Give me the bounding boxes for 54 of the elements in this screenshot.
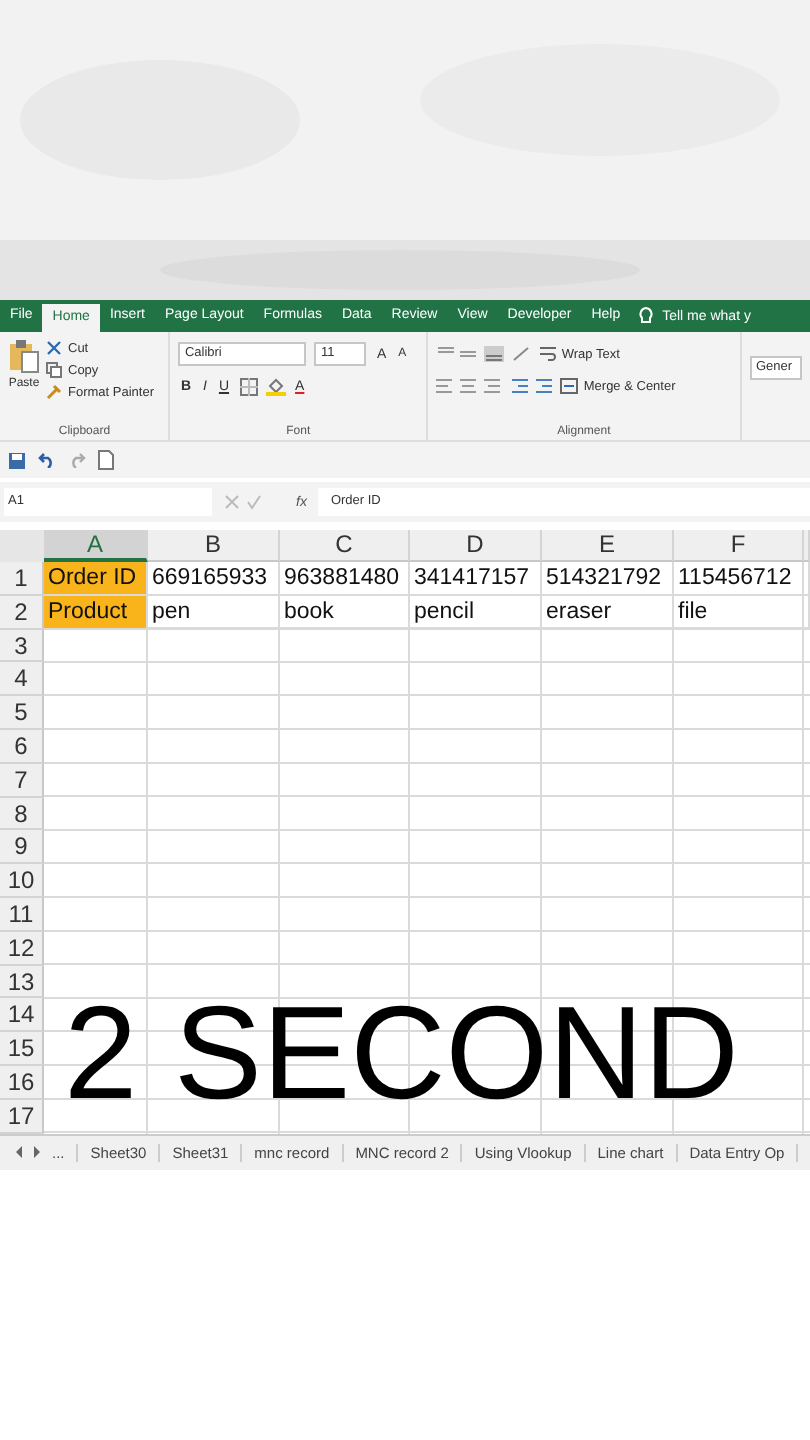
row-header[interactable]: 7 (0, 763, 44, 798)
row-header[interactable]: 9 (0, 830, 44, 865)
column-header[interactable]: E (542, 530, 674, 562)
orientation-icon[interactable] (511, 346, 532, 362)
table-cell: Product (44, 595, 148, 630)
row-header[interactable]: 14 (0, 998, 44, 1033)
row-header[interactable]: 2 (0, 595, 44, 630)
scroll-arrows-icon[interactable] (16, 1146, 40, 1159)
row-header[interactable]: 8 (0, 797, 44, 831)
save-icon[interactable] (8, 451, 26, 469)
row-header[interactable]: 13 (0, 965, 44, 999)
merge-icon (559, 378, 578, 394)
row-header[interactable]: 16 (0, 1065, 44, 1100)
table-cell: pen (148, 595, 280, 630)
new-document-icon[interactable] (98, 450, 114, 470)
row-header[interactable]: 15 (0, 1032, 44, 1066)
table-cell: eraser (542, 595, 674, 630)
redo-icon[interactable] (68, 452, 86, 468)
lightbulb-icon (638, 306, 655, 326)
table-cell: 115456712 (674, 562, 804, 596)
caption-text: 2 SECOND (64, 982, 739, 1122)
table-cell: file (674, 595, 804, 630)
brush-icon (46, 384, 62, 400)
row-header[interactable]: 11 (0, 897, 44, 932)
row-header[interactable]: 6 (0, 729, 44, 764)
horizontal-align-icons[interactable] (435, 378, 504, 394)
row-header[interactable]: 5 (0, 696, 44, 730)
column-header[interactable]: F (674, 530, 804, 562)
wrap-icon (539, 346, 556, 362)
fill-color-icon[interactable] (265, 376, 286, 396)
row-header[interactable]: 17 (0, 1099, 44, 1134)
column-header[interactable]: B (148, 530, 280, 562)
scissors-icon (46, 340, 62, 356)
row-header[interactable]: 4 (0, 662, 44, 697)
column-header[interactable]: C (280, 530, 410, 562)
table-cell: book (280, 595, 410, 630)
copy-icon (46, 362, 62, 378)
row-header[interactable]: 3 (0, 629, 44, 663)
row-header[interactable]: 10 (0, 864, 44, 898)
vertical-align-icons[interactable] (435, 346, 504, 362)
table-cell: Order ID (44, 562, 148, 596)
column-header[interactable]: D (410, 530, 542, 562)
column-header[interactable]: A (44, 530, 148, 562)
undo-icon[interactable] (38, 452, 56, 468)
table-cell: 514321792 (542, 562, 674, 596)
row-header[interactable]: 12 (0, 931, 44, 966)
table-cell: 669165933 (148, 562, 280, 596)
table-cell: pencil (410, 595, 542, 630)
table-cell: 341417157 (410, 562, 542, 596)
borders-icon[interactable] (239, 377, 258, 395)
row-header[interactable]: 1 (0, 562, 44, 596)
table-cell: 963881480 (280, 562, 410, 596)
indent-icons[interactable] (511, 378, 552, 394)
clipboard-icon (8, 338, 40, 374)
